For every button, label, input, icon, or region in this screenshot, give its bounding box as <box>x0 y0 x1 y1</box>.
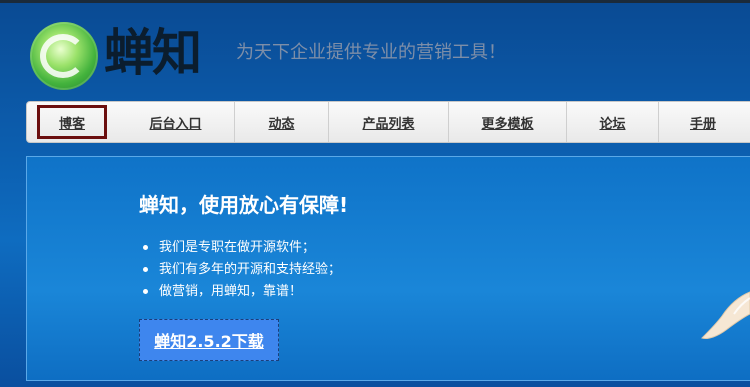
nav-item-forum[interactable]: 论坛 <box>567 102 659 142</box>
hero-banner: 蝉知，使用放心有保障! 我们是专职在做开源软件； 我们有多年的开源和支持经验； … <box>26 156 750 381</box>
download-button[interactable]: 蝉知2.5.2下载 <box>139 319 279 361</box>
brand-name[interactable]: 蝉知 <box>104 25 202 81</box>
nav-item-manual[interactable]: 手册 <box>659 102 747 142</box>
logo-swirl <box>40 34 86 78</box>
hero-bullet-list: 我们是专职在做开源软件； 我们有多年的开源和支持经验； 做营销，用蝉知，靠谱！ <box>143 237 341 303</box>
hero-bullet: 做营销，用蝉知，靠谱！ <box>143 281 341 303</box>
nav-item-products[interactable]: 产品列表 <box>329 102 449 142</box>
hero-bullet: 我们有多年的开源和支持经验； <box>143 259 341 281</box>
nav-item-blog[interactable]: 博客 <box>37 105 107 139</box>
hand-illustration-icon <box>701 291 750 339</box>
nav-item-templates[interactable]: 更多模板 <box>449 102 567 142</box>
site-header: 蝉知 为天下企业提供专业的营销工具！ <box>0 3 750 99</box>
main-nav: 博客 后台入口 动态 产品列表 更多模板 论坛 手册 <box>26 101 750 143</box>
nav-item-admin[interactable]: 后台入口 <box>117 102 235 142</box>
hero-bullet: 我们是专职在做开源软件； <box>143 237 341 259</box>
logo-icon[interactable] <box>30 22 98 90</box>
slogan: 为天下企业提供专业的营销工具！ <box>236 42 506 63</box>
hero-title: 蝉知，使用放心有保障! <box>139 193 349 217</box>
nav-item-news[interactable]: 动态 <box>235 102 329 142</box>
